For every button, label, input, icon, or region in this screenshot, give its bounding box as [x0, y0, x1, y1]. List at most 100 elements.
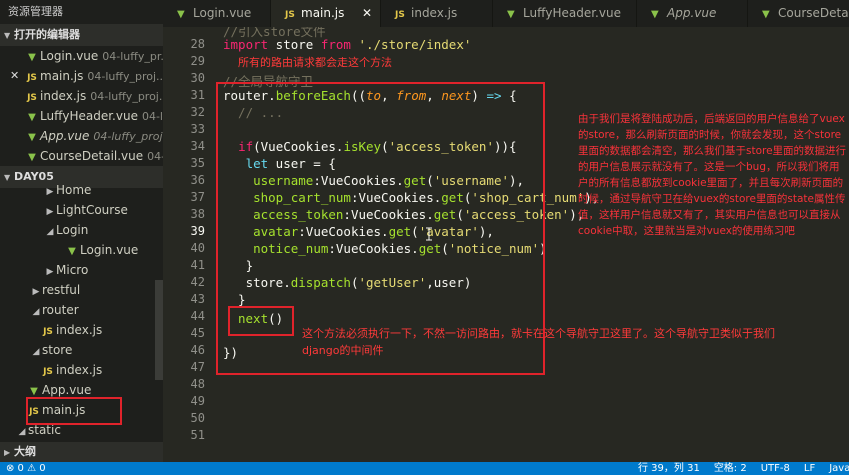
problems-indicator[interactable]: ⊗ 0 ⚠ 0 — [6, 462, 46, 475]
line-number: 29 — [190, 54, 205, 68]
tab-label: main.js — [301, 6, 345, 20]
tab-label: LuffyHeader.vue — [523, 6, 621, 20]
tree-item[interactable]: ◢ router — [0, 300, 163, 320]
tree-item-label: index.js — [56, 363, 103, 377]
explorer-sidebar: 资源管理器 ▼打开的编辑器 ▼Login.vue04-luffy_pr...✕J… — [0, 0, 163, 462]
open-editor-item[interactable]: ▼ App.vue04-luffy_proj... — [0, 126, 163, 146]
open-editors-header[interactable]: ▼ 打开的编辑器 — [0, 24, 163, 46]
line-number: 32 — [190, 105, 205, 119]
open-editor-path: 04-l... — [147, 150, 163, 163]
tree-item-label: Micro — [56, 263, 89, 277]
line-number: 41 — [190, 258, 205, 272]
tree-item[interactable]: ▼ Login.vue — [0, 240, 163, 260]
open-editor-item[interactable]: ▼ LuffyHeader.vue04-l... — [0, 106, 163, 126]
line-number: 38 — [190, 207, 205, 221]
status-item[interactable]: 行 39，列 31 — [638, 463, 700, 474]
tree-item[interactable]: JS index.js — [0, 360, 163, 380]
chevron-right-icon: ▶ — [46, 267, 54, 277]
open-editor-path: 04-luffy_proj... — [93, 130, 163, 143]
tab-login-vue[interactable]: ▼ Login.vue — [163, 0, 271, 27]
tree-item[interactable]: ▶ Home — [0, 180, 163, 200]
vue-file-icon: ▼ — [28, 112, 36, 123]
tree-item-label: App.vue — [42, 383, 92, 397]
status-bar: ⊗ 0 ⚠ 0 行 39，列 31 空格: 2 UTF-8 LF Java — [0, 462, 849, 475]
tree-item-label: Login.vue — [80, 243, 139, 257]
status-item[interactable]: UTF-8 — [761, 463, 790, 474]
status-item[interactable]: Java — [829, 463, 849, 474]
highlight-main-js — [26, 397, 122, 425]
annotation-cookie-explanation: 由于我们是将登陆成功后，后端返回的用户信息给了vuex的store，那么刷新页面… — [578, 113, 847, 237]
open-editors-list: ▼Login.vue04-luffy_pr...✕JSmain.js04-luf… — [0, 46, 163, 166]
open-editor-filename: Login.vue — [40, 49, 99, 63]
line-number: 33 — [190, 122, 205, 136]
chevron-down-icon: ◢ — [32, 347, 40, 357]
chevron-right-icon: ▶ — [32, 287, 40, 297]
vue-file-icon: ▼ — [177, 9, 185, 20]
open-editor-path: 04-luffy_proj... — [87, 70, 163, 83]
vue-file-icon: ▼ — [507, 9, 515, 20]
status-item[interactable]: LF — [804, 463, 815, 474]
tab-index-js[interactable]: JS index.js — [381, 0, 493, 27]
line-number: 44 — [190, 309, 205, 323]
status-items: 行 39，列 31 空格: 2 UTF-8 LF Java — [638, 462, 849, 475]
open-editor-path: 04-l... — [141, 110, 163, 123]
tab-app-vue[interactable]: ▼ App.vue — [637, 0, 748, 27]
tab-luffyheader-vue[interactable]: ▼ LuffyHeader.vue — [493, 0, 637, 27]
tree-item-label: Home — [56, 183, 92, 197]
editor-tabs: ▼ Login.vue JS main.js ✕ JS index.js ▼ LuffyHead… — [163, 0, 849, 27]
line-number: 39 — [190, 224, 205, 238]
tree-item[interactable]: ◢ store — [0, 340, 163, 360]
close-icon[interactable]: ✕ — [10, 66, 20, 86]
line-number: 30 — [190, 71, 205, 85]
open-editor-path: 04-luffy_proj... — [90, 90, 163, 103]
code-editor[interactable]: 28 29 30 31 32 33 34 35 36 37 38 39 40 41 42 43 44 45 46 47… — [163, 27, 849, 462]
annotation-next-explanation: 这个方法必须执行一下，不然一访问路由，就卡在这个导航守卫这里了。这个导航守卫类似… — [302, 327, 775, 340]
status-item[interactable]: 空格: 2 — [714, 463, 747, 474]
tab-coursedetail-vue[interactable]: ▼ CourseDetail.vue — [748, 0, 849, 27]
line-number: 43 — [190, 292, 205, 306]
open-editor-item[interactable]: ▼ CourseDetail.vue04-l... — [0, 146, 163, 166]
chevron-down-icon: ◢ — [32, 307, 40, 317]
vue-file-icon: ▼ — [762, 9, 770, 20]
line-number: 36 — [190, 173, 205, 187]
tree-item[interactable]: ▶ Micro — [0, 260, 163, 280]
tab-label: index.js — [411, 6, 458, 20]
open-editor-filename: CourseDetail.vue — [40, 149, 144, 163]
tree-item-label: restful — [42, 283, 81, 297]
tab-label: App.vue — [667, 6, 717, 20]
tree-item-label: static — [28, 423, 61, 437]
outline-header[interactable]: ▶ 大纲 — [0, 442, 163, 462]
annotation-django-middleware: django的中间件 — [302, 344, 384, 357]
tree-item[interactable]: ▶ restful — [0, 280, 163, 300]
vue-file-icon: ▼ — [651, 9, 659, 20]
open-editor-item[interactable]: JS index.js 04-luffy_proj... — [0, 86, 163, 106]
tree-item-label: Login — [56, 223, 89, 237]
open-editor-filename: index.js — [40, 89, 87, 103]
line-number: 45 — [190, 326, 205, 340]
line-number: 51 — [190, 428, 205, 442]
chevron-right-icon: ▶ — [4, 448, 11, 457]
line-number: 48 — [190, 377, 205, 391]
open-editor-item[interactable]: ▼ Login.vue04-luffy_pr... — [0, 46, 163, 66]
tree-item[interactable]: ▶ LightCourse — [0, 200, 163, 220]
chevron-right-icon: ▶ — [46, 207, 54, 217]
tab-label: Login.vue — [193, 6, 252, 20]
open-editor-item[interactable]: ✕ JS main.js 04-luffy_proj... — [0, 66, 163, 86]
js-file-icon: JS — [43, 367, 53, 377]
chevron-down-icon: ◢ — [46, 227, 54, 237]
tab-main-js[interactable]: JS main.js ✕ — [271, 0, 381, 27]
tab-label: CourseDetail.vue — [778, 6, 849, 20]
tree-item[interactable]: JS index.js — [0, 320, 163, 340]
vue-file-icon: ▼ — [28, 152, 36, 163]
open-editor-filename: App.vue — [40, 129, 90, 143]
close-icon[interactable]: ✕ — [362, 0, 372, 27]
vue-file-icon: ▼ — [68, 246, 76, 257]
line-number: 42 — [190, 275, 205, 289]
js-file-icon: JS — [285, 10, 295, 20]
sidebar-scrollbar[interactable] — [155, 280, 163, 380]
line-number: 40 — [190, 241, 205, 255]
tree-item-label: store — [42, 343, 73, 357]
line-number: 28 — [190, 37, 205, 51]
open-editor-path: 04-luffy_pr... — [102, 50, 163, 63]
tree-item[interactable]: ◢ Login — [0, 220, 163, 240]
